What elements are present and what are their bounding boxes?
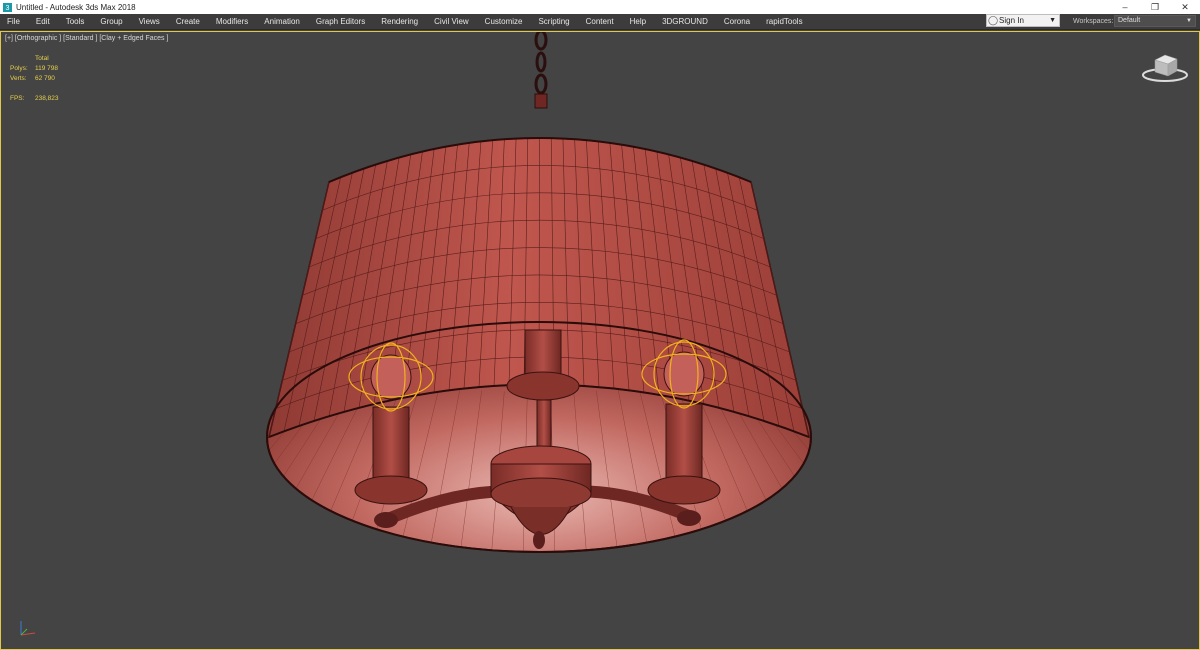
menu-file[interactable]: File: [0, 14, 28, 29]
title-bar: 3 Untitled - Autodesk 3ds Max 2018 – ❐ ✕: [0, 0, 1200, 14]
minimize-button[interactable]: –: [1110, 0, 1140, 14]
menu-modifiers[interactable]: Modifiers: [208, 14, 256, 29]
window-title: Untitled - Autodesk 3ds Max 2018: [16, 2, 136, 12]
menu-customize[interactable]: Customize: [477, 14, 531, 29]
menu-civil-view[interactable]: Civil View: [426, 14, 477, 29]
menu-tools[interactable]: Tools: [58, 14, 93, 29]
workspace-value: Default: [1118, 17, 1141, 24]
menu-views[interactable]: Views: [131, 14, 168, 29]
menu-content[interactable]: Content: [578, 14, 622, 29]
svg-text:3: 3: [6, 5, 10, 12]
menu-3dground[interactable]: 3DGROUND: [654, 14, 716, 29]
workspaces-label: Workspaces:: [1073, 18, 1114, 25]
restore-button[interactable]: ❐: [1140, 0, 1170, 14]
verts-label: Verts:: [10, 75, 27, 82]
user-icon: ◯: [987, 15, 999, 25]
verts-value: 62 790: [35, 75, 55, 82]
menu-create[interactable]: Create: [168, 14, 208, 29]
fps-label: FPS:: [10, 95, 25, 102]
close-button[interactable]: ✕: [1170, 0, 1200, 14]
axis-tripod-icon: [20, 621, 36, 636]
menu-scripting[interactable]: Scripting: [530, 14, 577, 29]
sign-in-dropdown[interactable]: ◯ Sign In ▼: [986, 14, 1060, 27]
menu-group[interactable]: Group: [92, 14, 130, 29]
menu-animation[interactable]: Animation: [256, 14, 308, 29]
3dsmax-icon: 3: [3, 2, 12, 12]
viewport-perspective[interactable]: [+] [Orthographic ] [Standard ] [Clay + …: [0, 31, 1200, 650]
menu-help[interactable]: Help: [622, 14, 654, 29]
menu-corona[interactable]: Corona: [716, 14, 758, 29]
stats-header: Total: [35, 55, 49, 62]
menu-edit[interactable]: Edit: [28, 14, 58, 29]
menu-graph-editors[interactable]: Graph Editors: [308, 14, 373, 29]
chevron-down-icon: ▼: [1186, 18, 1192, 24]
fps-value: 238,823: [35, 95, 59, 102]
sign-in-label: Sign In: [999, 16, 1024, 25]
polys-value: 119 798: [35, 65, 59, 72]
lamp-model[interactable]: [1, 32, 1199, 649]
chevron-down-icon: ▼: [1049, 17, 1056, 24]
viewport-label[interactable]: [+] [Orthographic ] [Standard ] [Clay + …: [5, 35, 168, 42]
statistics-overlay: Total Polys: 119 798 Verts: 62 790 FPS: 238…: [10, 54, 59, 104]
menu-rapidtools[interactable]: rapidTools: [758, 14, 810, 29]
menu-rendering[interactable]: Rendering: [373, 14, 426, 29]
workspace-select[interactable]: Default ▼: [1114, 15, 1196, 27]
chain: [534, 32, 548, 109]
viewcube-icon[interactable]: [1141, 48, 1191, 86]
polys-label: Polys:: [10, 65, 28, 72]
